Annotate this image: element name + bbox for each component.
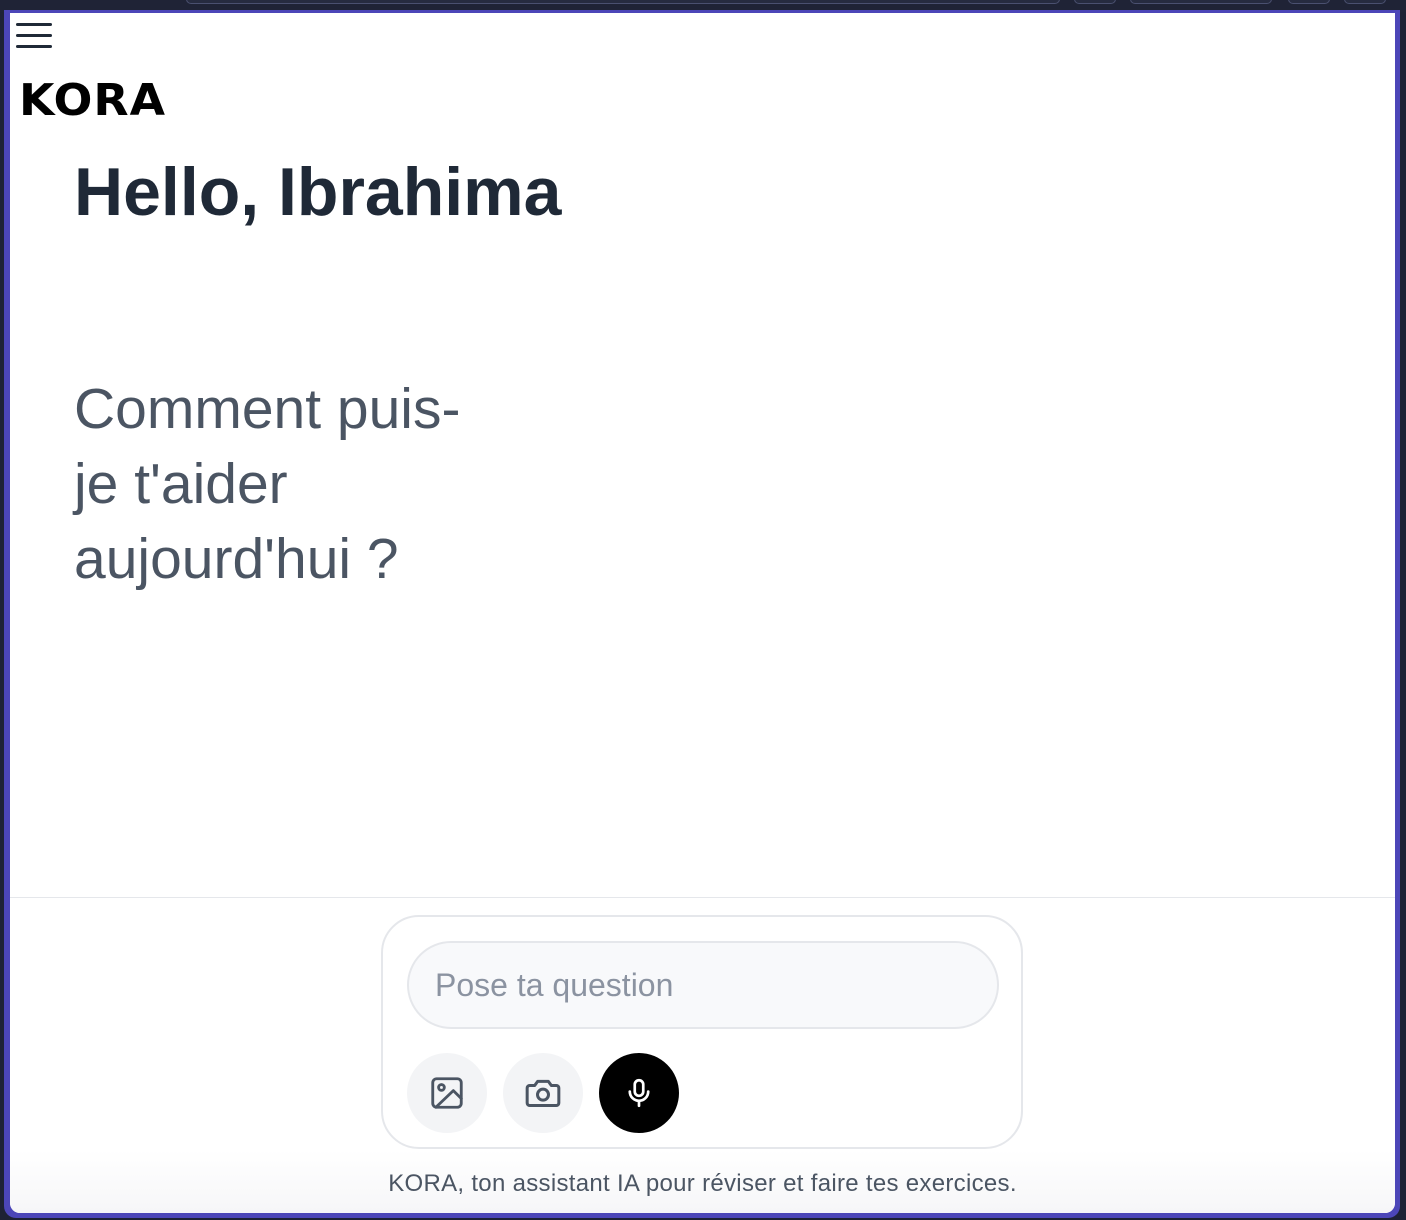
toolbar-button-edge: [1288, 0, 1330, 4]
menu-line: [16, 45, 52, 48]
voice-input-button[interactable]: [599, 1053, 679, 1133]
microphone-icon: [622, 1076, 656, 1110]
help-prompt-text: Comment puis-je t'aider aujourd'hui ?: [74, 377, 461, 591]
image-icon: [428, 1074, 466, 1112]
camera-icon: [523, 1073, 563, 1113]
take-photo-button[interactable]: [503, 1053, 583, 1133]
toolbar-button-edge: [1130, 0, 1272, 4]
greeting-heading: Hello, Ibrahima: [74, 154, 562, 230]
footer-tagline: KORA, ton assistant IA pour réviser et f…: [388, 1170, 1017, 1197]
app-window: KORA Hello, Ibrahima Comment puis-je t'a…: [10, 13, 1395, 1213]
toolbar-button-edge: [1344, 0, 1386, 4]
menu-line: [16, 23, 52, 26]
menu-line: [16, 34, 52, 37]
address-bar-edge: [186, 0, 1060, 4]
message-composer: [381, 915, 1023, 1149]
hamburger-menu-icon[interactable]: [16, 21, 52, 51]
kora-logo: KORA: [19, 75, 167, 126]
upload-image-button[interactable]: [407, 1053, 487, 1133]
toolbar-button-edge: [1074, 0, 1116, 4]
question-input[interactable]: [407, 941, 999, 1029]
